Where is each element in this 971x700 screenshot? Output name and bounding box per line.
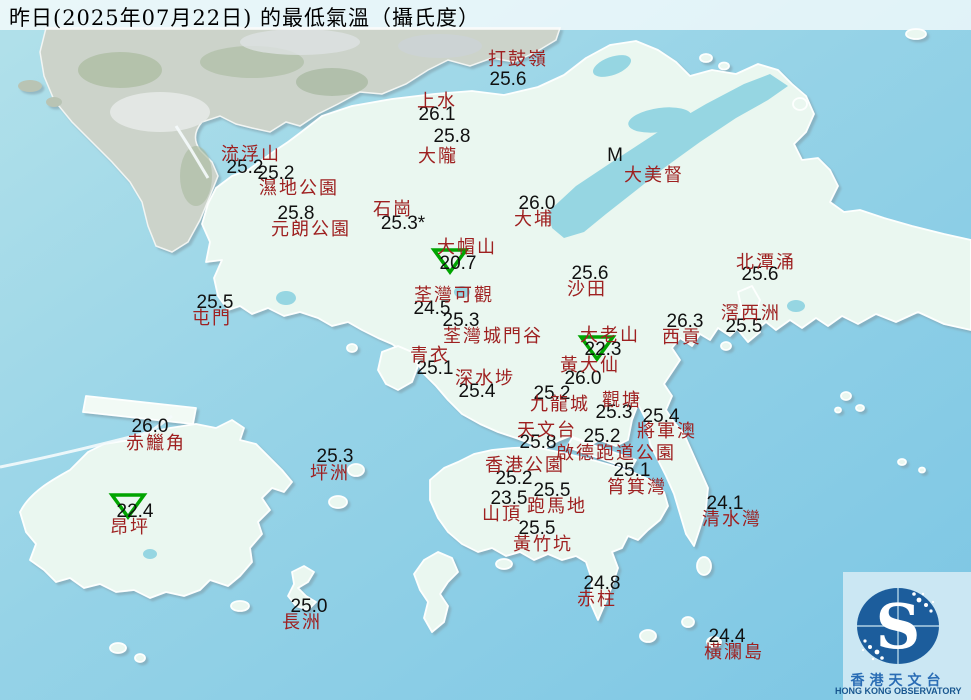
hko-logo-emblem: S: [857, 588, 939, 664]
station-name: 山頂: [482, 504, 522, 525]
station-name: 石崗: [373, 199, 413, 220]
station-name: 大老山: [580, 325, 640, 346]
station-name: 赤鱲角: [126, 433, 186, 454]
hko-logo-name-en: HONG KONG OBSERVATORY: [835, 686, 962, 696]
station-name: 跑馬地: [527, 496, 587, 517]
station-name: 筲箕灣: [607, 477, 667, 498]
weather-map: 昨日(2025年07月22日) 的最低氣溫（攝氏度） 25.6 打鼓嶺 26.1 上水…: [0, 0, 971, 700]
station-name: 荃灣城門谷: [443, 326, 543, 347]
station-name: 昂坪: [110, 517, 150, 538]
station-name: 滘西洲: [721, 303, 781, 324]
station-name: 大隴: [418, 146, 458, 167]
station-name: 荃灣可觀: [414, 285, 494, 306]
station-name: 黃大仙: [560, 355, 620, 376]
station-value: M: [607, 145, 623, 166]
station-layer: 25.6 打鼓嶺 26.1 上水 25.8 大隴 25.2 流浮山 25.2 濕地公園 25.8 元朗…: [0, 0, 971, 700]
station-name: 沙田: [567, 279, 607, 300]
station-name: 打鼓嶺: [488, 49, 548, 70]
station-name: 赤柱: [577, 589, 617, 610]
station-name: 北潭涌: [736, 252, 796, 273]
station-name: 大帽山: [437, 237, 497, 258]
station-name: 上水: [417, 91, 457, 112]
station-name: 青衣: [410, 345, 450, 366]
station-name: 坪洲: [310, 463, 350, 484]
station-name: 大美督: [624, 165, 684, 186]
station-name: 橫瀾島: [704, 642, 764, 663]
station-name: 黃竹坑: [513, 534, 573, 555]
station-name: 清水灣: [702, 509, 762, 530]
station-name: 九龍城: [530, 394, 590, 415]
station-name: 大埔: [514, 209, 554, 230]
station-name: 長洲: [282, 612, 322, 633]
logo-s-swirl: S: [876, 590, 921, 663]
station-name: 元朗公園: [271, 219, 351, 240]
station-name: 香港公園: [485, 455, 565, 476]
station-name: 濕地公園: [259, 178, 339, 199]
map-title: 昨日(2025年07月22日) 的最低氣溫（攝氏度）: [9, 6, 480, 30]
station-name: 屯門: [192, 308, 232, 329]
station-name: 深水埗: [455, 368, 515, 389]
station-name: 西貢: [662, 327, 702, 348]
hko-logo: S 香港天文台 HONG KONG OBSERVATORY: [835, 572, 971, 700]
station-name: 觀塘: [602, 390, 642, 411]
station-value: 25.6: [489, 69, 527, 90]
